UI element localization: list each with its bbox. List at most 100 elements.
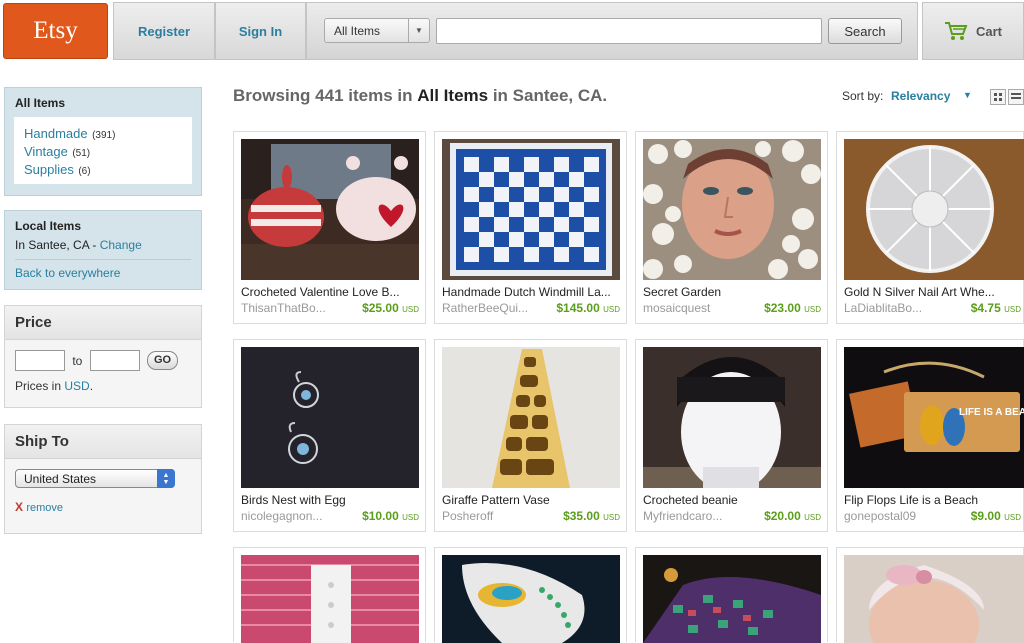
listing-shop[interactable]: Posheroff [442, 509, 542, 523]
category-count: (51) [72, 148, 91, 159]
browse-heading: Browsing 441 items in All Items in Sante… [233, 86, 607, 106]
listing-shop[interactable]: mosaicquest [643, 301, 743, 315]
browse-prefix: Browsing 441 items in [233, 86, 418, 105]
listing-image[interactable] [643, 347, 821, 488]
chevron-down-icon: ▼ [963, 90, 972, 100]
search-input[interactable] [436, 18, 822, 44]
cart-label: Cart [975, 23, 1002, 39]
listing-card[interactable]: Crocheted Valentine Love B... ThisanThat… [233, 131, 426, 324]
etsy-logo[interactable]: Etsy [3, 3, 108, 59]
listing-shop[interactable]: ThisanThatBo... [241, 301, 341, 315]
updown-arrows-icon: ▲ ▼ [157, 469, 175, 488]
listing-image[interactable] [643, 139, 821, 280]
listing-price: $4.75 USD [971, 301, 1021, 315]
listing-image[interactable] [442, 139, 620, 280]
listing-title[interactable]: Flip Flops Life is a Beach [844, 493, 1022, 507]
listing-image[interactable] [844, 555, 1024, 643]
listing-card[interactable]: Handmade Dutch Windmill La... RatherBeeQ… [434, 131, 627, 324]
category-link[interactable]: Handmade [24, 126, 88, 141]
listing-shop[interactable]: Myfriendcaro... [643, 509, 743, 523]
all-items-box: All Items Handmade (391) Vintage (51) Su… [4, 87, 202, 196]
listing-title[interactable]: Giraffe Pattern Vase [442, 493, 620, 507]
browse-category: All Items [417, 86, 489, 105]
listing-shop[interactable]: nicolegagnon... [241, 509, 341, 523]
change-location-link[interactable]: Change [100, 238, 142, 252]
all-items-title: All Items [15, 96, 66, 110]
price-currency: USD [603, 513, 620, 522]
listing-price: $10.00 USD [362, 509, 419, 523]
price-range-row: to GO [5, 340, 201, 371]
price-value: $10.00 [362, 509, 399, 523]
price-value: $23.00 [764, 301, 801, 315]
search-button[interactable]: Search [828, 18, 902, 44]
listing-title[interactable]: Crocheted beanie [643, 493, 821, 507]
listing-card[interactable] [434, 547, 627, 643]
price-box: Price to GO Prices in USD. [4, 305, 202, 408]
category-select[interactable]: All Items ▼ [324, 18, 430, 43]
listing-image[interactable] [442, 347, 620, 488]
listing-shop[interactable]: LaDiablitaBo... [844, 301, 944, 315]
category-item-vintage[interactable]: Vintage (51) [24, 144, 182, 162]
remove-x-icon: X [15, 500, 24, 514]
listing-shop[interactable]: RatherBeeQui... [442, 301, 542, 315]
ship-to-box: Ship To United States ▲ ▼ X remove [4, 424, 202, 534]
listing-card[interactable]: Birds Nest with Egg nicolegagnon... $10.… [233, 339, 426, 532]
ship-to-title: Ship To [5, 425, 201, 459]
listing-card[interactable]: Crocheted beanie Myfriendcaro... $20.00 … [635, 339, 828, 532]
ship-to-value: United States [24, 471, 97, 486]
listing-image[interactable] [241, 139, 419, 280]
browse-suffix: in Santee, CA. [488, 86, 608, 105]
listing-card[interactable]: Secret Garden mosaicquest $23.00 USD [635, 131, 828, 324]
listing-card[interactable] [836, 547, 1024, 643]
listing-shop[interactable]: gonepostal09 [844, 509, 944, 523]
listing-price: $35.00 USD [563, 509, 620, 523]
category-item-handmade[interactable]: Handmade (391) [24, 126, 182, 144]
prices-in-period: . [89, 379, 94, 393]
category-link[interactable]: Vintage [24, 144, 68, 159]
listing-image[interactable] [844, 139, 1024, 280]
price-max-input[interactable] [89, 350, 140, 371]
register-link[interactable]: Register [113, 2, 215, 60]
listing-title[interactable]: Gold N Silver Nail Art Whe... [844, 285, 1022, 299]
listing-card[interactable] [635, 547, 828, 643]
grid-view-icon[interactable] [990, 89, 1006, 105]
listing-price: $9.00 USD [971, 509, 1021, 523]
listing-image[interactable] [643, 555, 821, 643]
listing-title[interactable]: Birds Nest with Egg [241, 493, 419, 507]
listing-card[interactable]: Giraffe Pattern Vase Posheroff $35.00 US… [434, 339, 627, 532]
price-value: $20.00 [764, 509, 801, 523]
ship-to-remove[interactable]: X remove [5, 488, 201, 514]
price-currency: USD [402, 305, 419, 314]
sign-in-link[interactable]: Sign In [215, 2, 306, 60]
sign-text: LIFE IS A BEACH [959, 407, 1024, 418]
listing-title[interactable]: Secret Garden [643, 285, 821, 299]
listing-card[interactable] [233, 547, 426, 643]
ship-to-select[interactable]: United States ▲ ▼ [15, 469, 175, 488]
price-go-button[interactable]: GO [147, 351, 179, 370]
listing-card[interactable]: LIFE IS A BEACH Flip Flops Life is a Bea… [836, 339, 1024, 532]
listing-image[interactable] [241, 555, 419, 643]
back-to-everywhere-link[interactable]: Back to everywhere [15, 266, 191, 280]
price-currency: USD [804, 305, 821, 314]
category-link[interactable]: Supplies [24, 162, 74, 177]
price-min-input[interactable] [15, 350, 65, 371]
listing-image[interactable]: LIFE IS A BEACH [844, 347, 1024, 488]
price-value: $145.00 [556, 301, 600, 315]
sort-dropdown[interactable]: Relevancy ▼ [891, 89, 976, 105]
listing-card[interactable]: Gold N Silver Nail Art Whe... LaDiablita… [836, 131, 1024, 324]
price-currency: USD [1004, 513, 1021, 522]
currency-link[interactable]: USD [64, 379, 89, 393]
listing-title[interactable]: Handmade Dutch Windmill La... [442, 285, 620, 299]
category-item-supplies[interactable]: Supplies (6) [24, 162, 182, 180]
category-select-value: All Items [334, 23, 381, 38]
price-value: $9.00 [970, 509, 1001, 523]
price-title: Price [5, 306, 201, 340]
listing-image[interactable] [442, 555, 620, 643]
listing-title[interactable]: Crocheted Valentine Love B... [241, 285, 419, 299]
cart-icon [944, 22, 968, 40]
cart-button[interactable]: Cart [922, 2, 1024, 60]
listing-image[interactable] [241, 347, 419, 488]
list-view-icon[interactable] [1008, 89, 1024, 105]
remove-link[interactable]: remove [26, 502, 63, 514]
price-to-label: to [72, 353, 83, 368]
